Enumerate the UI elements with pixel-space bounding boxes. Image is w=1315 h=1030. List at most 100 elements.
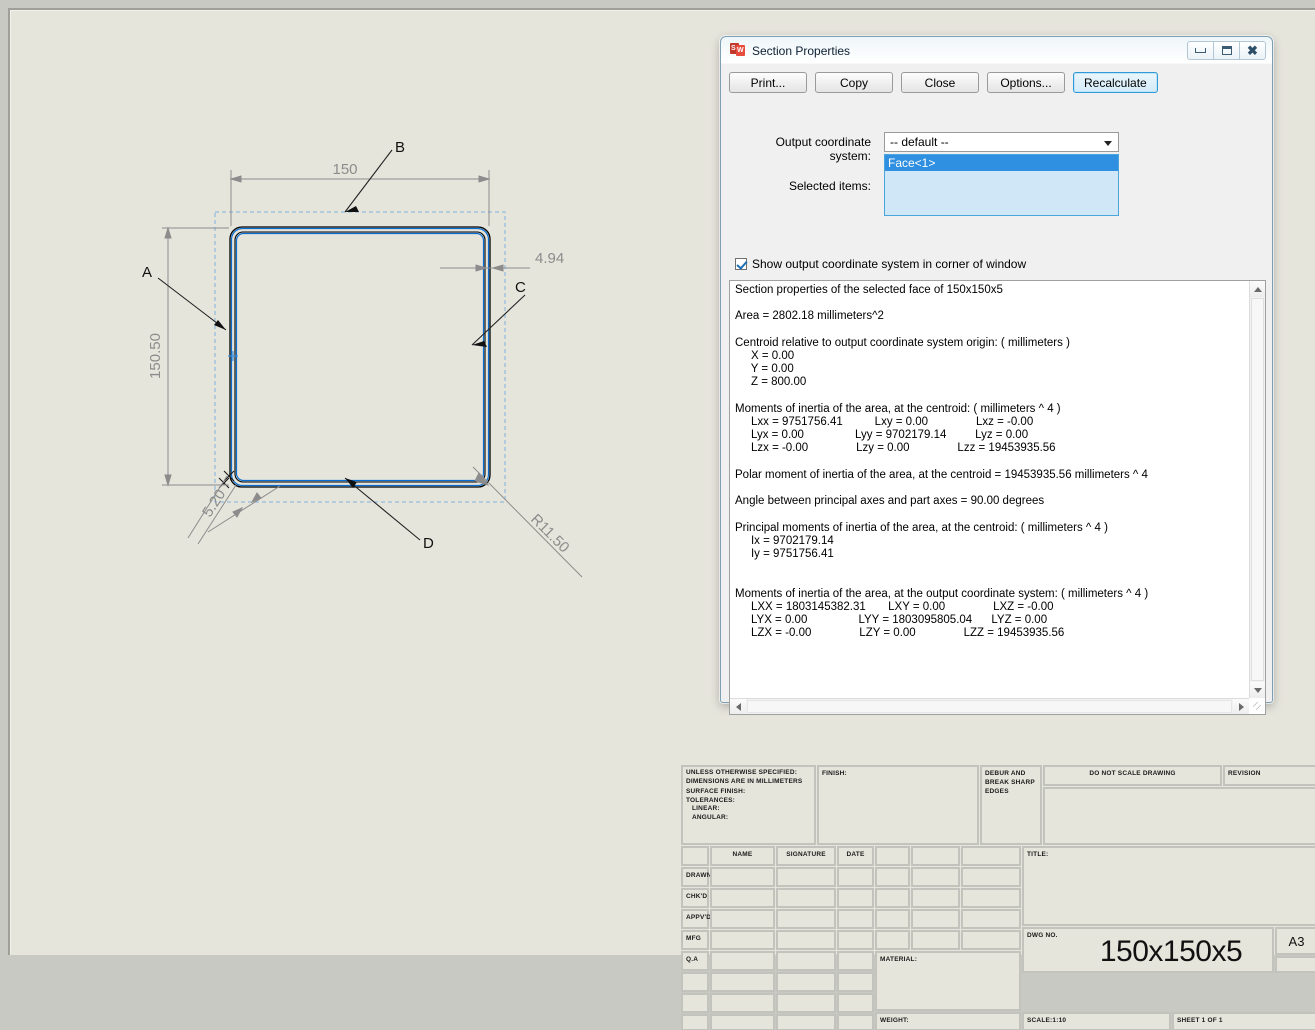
tb-row-mfg-signature[interactable] [777,931,835,949]
results-panel[interactable]: Section properties of the selected face … [729,280,1266,715]
tb-row-chkd-x3[interactable] [962,889,1020,907]
tb-dwgno-label: DWG NO. [1027,932,1058,939]
tb-row-drawn-signature[interactable] [777,868,835,886]
show-ocs-checkbox[interactable] [735,258,747,270]
horizontal-scrollbar[interactable] [730,698,1249,714]
tb-row-mfg-date[interactable] [838,931,873,949]
restore-icon[interactable] [1213,41,1240,60]
tb-col-date-label: DATE [846,851,865,858]
tb-material-cell[interactable]: MATERIAL: [876,952,1020,1010]
tb-row-drawn-date[interactable] [838,868,873,886]
tb-row-appvd-name[interactable] [711,910,774,928]
dimension-height-text: 150.50 [147,333,164,379]
tb-sheet-size-cell: A3 [1276,928,1315,954]
vertical-scroll-thumb[interactable] [1251,298,1264,681]
scroll-left-icon[interactable] [730,699,746,714]
dialog-title: Section Properties [752,43,851,58]
dialog-titlebar[interactable]: SW Section Properties ✖ [721,37,1272,64]
tb-row-blank2-date[interactable] [838,994,873,1012]
tb-bottom-blank-name[interactable] [711,1015,774,1030]
tb-row-chkd-date[interactable] [838,889,873,907]
tb-row-appvd-date[interactable] [838,910,873,928]
tb-row-blank1-date[interactable] [838,973,873,991]
scroll-down-icon[interactable] [1250,682,1265,698]
callout-d-label: D [423,535,434,552]
horizontal-scroll-thumb[interactable] [747,700,1232,713]
tb-note-unless: UNLESS OTHERWISE SPECIFIED: [686,769,798,776]
dialog-body: Print... Copy Close Options... Recalcula… [721,64,1272,715]
tb-row-drawn-x1[interactable] [876,868,909,886]
callout-a[interactable]: A [142,264,227,331]
tb-row-blank2-signature[interactable] [777,994,835,1012]
tb-col-extra1 [876,847,909,865]
tb-revision-label: REVISION [1228,770,1261,777]
tb-row-blank2-name[interactable] [711,994,774,1012]
tb-row-appvd-label: APPV'D [686,914,712,921]
tb-row-appvd-x2[interactable] [912,910,959,928]
close-button[interactable]: Close [901,72,979,93]
tb-col-signature: SIGNATURE [777,847,835,865]
output-coordinate-system-select[interactable]: -- default -- [884,132,1119,152]
callout-c[interactable]: C [471,279,526,347]
tb-row-appvd-x1[interactable] [876,910,909,928]
vertical-scrollbar[interactable] [1249,281,1265,698]
tb-row-appvd-x3[interactable] [962,910,1020,928]
dimension-thickness-text: 4.94 [535,250,564,267]
tb-row-appvd-head: APPV'D [682,910,712,928]
scroll-up-icon[interactable] [1250,281,1265,297]
window-controls[interactable]: ✖ [1187,41,1266,60]
copy-button[interactable]: Copy [815,72,893,93]
callout-d[interactable]: D [344,477,434,552]
tb-row-chkd-x2[interactable] [912,889,959,907]
tb-revision-value-cell[interactable] [1044,788,1315,844]
tb-note-tolerances: TOLERANCES: [686,796,736,804]
tb-row-appvd-signature[interactable] [777,910,835,928]
tb-row-mfg-x2[interactable] [912,931,959,949]
list-item[interactable]: Face<1> [885,155,1118,171]
tb-notes-cell: UNLESS OTHERWISE SPECIFIED: DIMENSIONS A… [682,766,815,844]
tb-col-extra3 [962,847,1020,865]
tb-row-chkd-name[interactable] [711,889,774,907]
scroll-right-icon[interactable] [1233,699,1249,714]
tb-row-drawn-x2[interactable] [912,868,959,886]
tb-row-mfg-name[interactable] [711,931,774,949]
recalculate-button[interactable]: Recalculate [1073,72,1158,93]
tb-row-blank1-signature[interactable] [777,973,835,991]
chevron-down-icon [1104,141,1112,146]
tb-row-mfg-x3[interactable] [962,931,1020,949]
tb-row-mfg-x1[interactable] [876,931,909,949]
tb-sheet-label: SHEET 1 OF 1 [1177,1017,1223,1024]
callout-a-label: A [142,264,152,281]
tb-row-blank1-name[interactable] [711,973,774,991]
tb-bottom-blank-signature[interactable] [777,1015,835,1030]
tb-weight-cell[interactable]: WEIGHT: [876,1013,1020,1030]
tube-inner-profile [234,231,486,483]
tb-row-drawn-name[interactable] [711,868,774,886]
section-drawing-view[interactable]: 150 150.50 4.94 5.20 R11.50 A B C D [130,140,600,580]
tb-finish-label: FINISH: [822,770,847,777]
section-properties-dialog[interactable]: SW Section Properties ✖ Print... Copy Cl… [720,36,1273,715]
dimension-height[interactable] [162,226,229,487]
tb-title-cell[interactable]: TITLE: [1023,847,1315,925]
show-ocs-checkbox-row[interactable]: Show output coordinate system in corner … [735,257,1026,271]
show-ocs-checkbox-label: Show output coordinate system in corner … [752,257,1027,271]
tb-row-chkd-signature[interactable] [777,889,835,907]
tb-row-drawn-x3[interactable] [962,868,1020,886]
tb-bottom-blank-date[interactable] [838,1015,873,1030]
minimize-icon[interactable] [1187,41,1214,60]
tb-scale-cell: SCALE:1:10 [1023,1013,1170,1030]
tb-col-extra2 [912,847,959,865]
tb-do-not-scale-label: DO NOT SCALE DRAWING [1089,770,1176,777]
resize-grip-icon[interactable] [1250,699,1264,713]
selected-items-listbox[interactable]: Face<1> [884,154,1119,216]
tb-dwgno-cell[interactable]: DWG NO. 150x150x5 [1023,928,1273,972]
close-icon[interactable]: ✖ [1239,41,1266,60]
print-button[interactable]: Print... [729,72,807,93]
dimension-width[interactable] [229,170,491,226]
dialog-button-row: Print... Copy Close Options... Recalcula… [729,72,1158,93]
tb-finish-cell[interactable]: FINISH: [818,766,978,844]
tb-col-name: NAME [711,847,774,865]
tb-scale-label: SCALE:1:10 [1027,1017,1067,1024]
tb-row-chkd-x1[interactable] [876,889,909,907]
options-button[interactable]: Options... [987,72,1065,93]
